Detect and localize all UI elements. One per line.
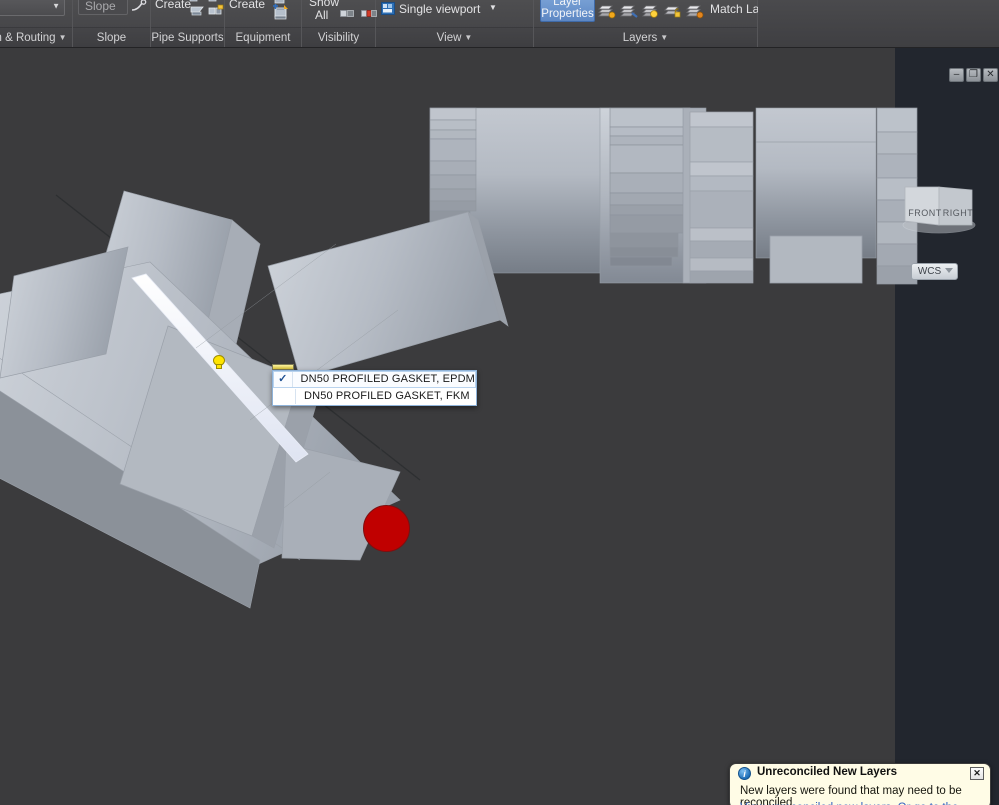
- menu-item-gasket-fkm[interactable]: DN50 PROFILED GASKET, FKM: [273, 388, 476, 405]
- ribbon-panel-layers: Layer Properties Match Layer Layers ▼: [534, 0, 776, 47]
- viewport-config-label[interactable]: Single viewport: [399, 2, 480, 16]
- panel-title-view-label: View: [436, 32, 462, 45]
- menu-item-gasket-fkm-label: DN50 PROFILED GASKET, FKM: [304, 390, 470, 402]
- ribbon-panel-pipe-supports: Create Pipe Supports: [151, 0, 225, 47]
- ribbon-panel-routing: ▼ n & Routing ▼: [0, 0, 73, 47]
- ribbon-empty-area: [758, 0, 999, 47]
- panel-title-layers-label: Layers: [622, 32, 658, 45]
- panel-title-layers[interactable]: Layers ▼: [534, 27, 757, 47]
- equipment-create-label[interactable]: Create: [229, 0, 265, 11]
- show-hidden-icon[interactable]: [340, 9, 356, 19]
- menu-item-gasket-epdm-label: DN50 PROFILED GASKET, EPDM: [300, 373, 475, 385]
- chevron-down-icon: ▼: [52, 1, 60, 11]
- viewport-close-button[interactable]: ✕: [983, 68, 998, 82]
- viewport-icon: [381, 2, 395, 15]
- ribbon-toolbar: ▼ n & Routing ▼ Slope Slope Create Pipe …: [0, 0, 999, 48]
- pipe-support-icon[interactable]: [189, 0, 205, 18]
- notification-balloon[interactable]: i Unreconciled New Layers ✕ New layers w…: [729, 763, 991, 805]
- ribbon-panel-view: Single viewport ▼ View ▼: [376, 0, 534, 47]
- panel-title-slope-label: Slope: [96, 32, 127, 44]
- viewcube-face-front[interactable]: FRONT: [908, 208, 942, 218]
- pipe-support-lock-icon[interactable]: [208, 0, 225, 18]
- viewport-restore-button[interactable]: ❐: [966, 68, 981, 82]
- chevron-down-icon: ▼: [660, 33, 669, 42]
- panel-title-pipe-supports-label: Pipe Supports: [151, 32, 224, 44]
- layer-properties-line1: Layer: [553, 0, 582, 8]
- pipe-supports-create-label[interactable]: Create: [155, 0, 191, 11]
- ucs-selector[interactable]: WCS: [911, 263, 958, 280]
- chevron-down-icon: [945, 268, 953, 273]
- pipe-assembly-3d: [0, 107, 918, 609]
- red-node-marker[interactable]: [363, 505, 410, 552]
- slope-input[interactable]: Slope: [78, 0, 128, 15]
- chevron-down-icon: ▼: [464, 33, 473, 42]
- panel-title-visibility: Visibility: [302, 27, 375, 47]
- panel-title-routing-label: n & Routing: [0, 32, 56, 45]
- viewcube[interactable]: [900, 173, 978, 235]
- info-icon: i: [738, 767, 751, 780]
- menu-item-gasket-epdm[interactable]: ✓ DN50 PROFILED GASKET, EPDM: [273, 371, 476, 388]
- slope-input-placeholder: Slope: [85, 0, 116, 13]
- panel-title-equipment-label: Equipment: [235, 32, 291, 44]
- panel-title-pipe-supports: Pipe Supports: [151, 27, 224, 47]
- visibility-top-icon: [346, 0, 360, 3]
- routing-combo[interactable]: ▼: [0, 0, 65, 16]
- ribbon-panel-equipment: Create Equipment: [225, 0, 302, 47]
- notification-title: Unreconciled New Layers: [757, 766, 897, 778]
- layer-isolate-icon[interactable]: [686, 3, 704, 19]
- ribbon-panel-slope: Slope Slope: [73, 0, 151, 47]
- panel-title-routing[interactable]: n & Routing ▼: [0, 27, 72, 47]
- layer-properties-line2: Properties: [541, 8, 594, 20]
- close-icon: ✕: [986, 69, 995, 80]
- grip-tail: [216, 364, 222, 369]
- selection-grip[interactable]: [213, 355, 225, 369]
- ucs-label: WCS: [917, 266, 942, 277]
- viewcube-face-right[interactable]: RIGHT: [941, 208, 975, 218]
- panel-title-equipment: Equipment: [225, 27, 301, 47]
- visibility-all-label[interactable]: All: [315, 8, 328, 22]
- panel-title-view[interactable]: View ▼: [376, 27, 533, 47]
- layer-properties-button[interactable]: Layer Properties: [540, 0, 595, 22]
- panel-title-slope: Slope: [73, 27, 150, 47]
- check-icon: ✓: [274, 372, 293, 387]
- restore-icon: ❐: [969, 69, 978, 80]
- check-icon-empty: [274, 389, 296, 404]
- panel-title-visibility-label: Visibility: [317, 32, 360, 44]
- chevron-down-icon: ▼: [58, 33, 67, 42]
- viewport-minimize-button[interactable]: –: [949, 68, 964, 82]
- layer-previous-icon[interactable]: [620, 3, 638, 19]
- equipment-add-icon[interactable]: [271, 4, 291, 23]
- layer-on-icon[interactable]: [642, 3, 660, 19]
- chevron-down-icon[interactable]: ▼: [489, 3, 497, 12]
- layer-unlock-icon[interactable]: [664, 3, 682, 19]
- gasket-selection-menu[interactable]: ✓ DN50 PROFILED GASKET, EPDM DN50 PROFIL…: [272, 370, 477, 406]
- notification-close-button[interactable]: ✕: [970, 767, 984, 780]
- slope-curve-icon[interactable]: [131, 0, 147, 13]
- layer-make-current-icon[interactable]: [598, 3, 616, 19]
- ribbon-panel-visibility: Show All Visibility: [302, 0, 377, 47]
- drawing-viewport[interactable]: ✓ DN50 PROFILED GASKET, EPDM DN50 PROFIL…: [0, 48, 999, 805]
- minimize-icon: –: [953, 69, 960, 80]
